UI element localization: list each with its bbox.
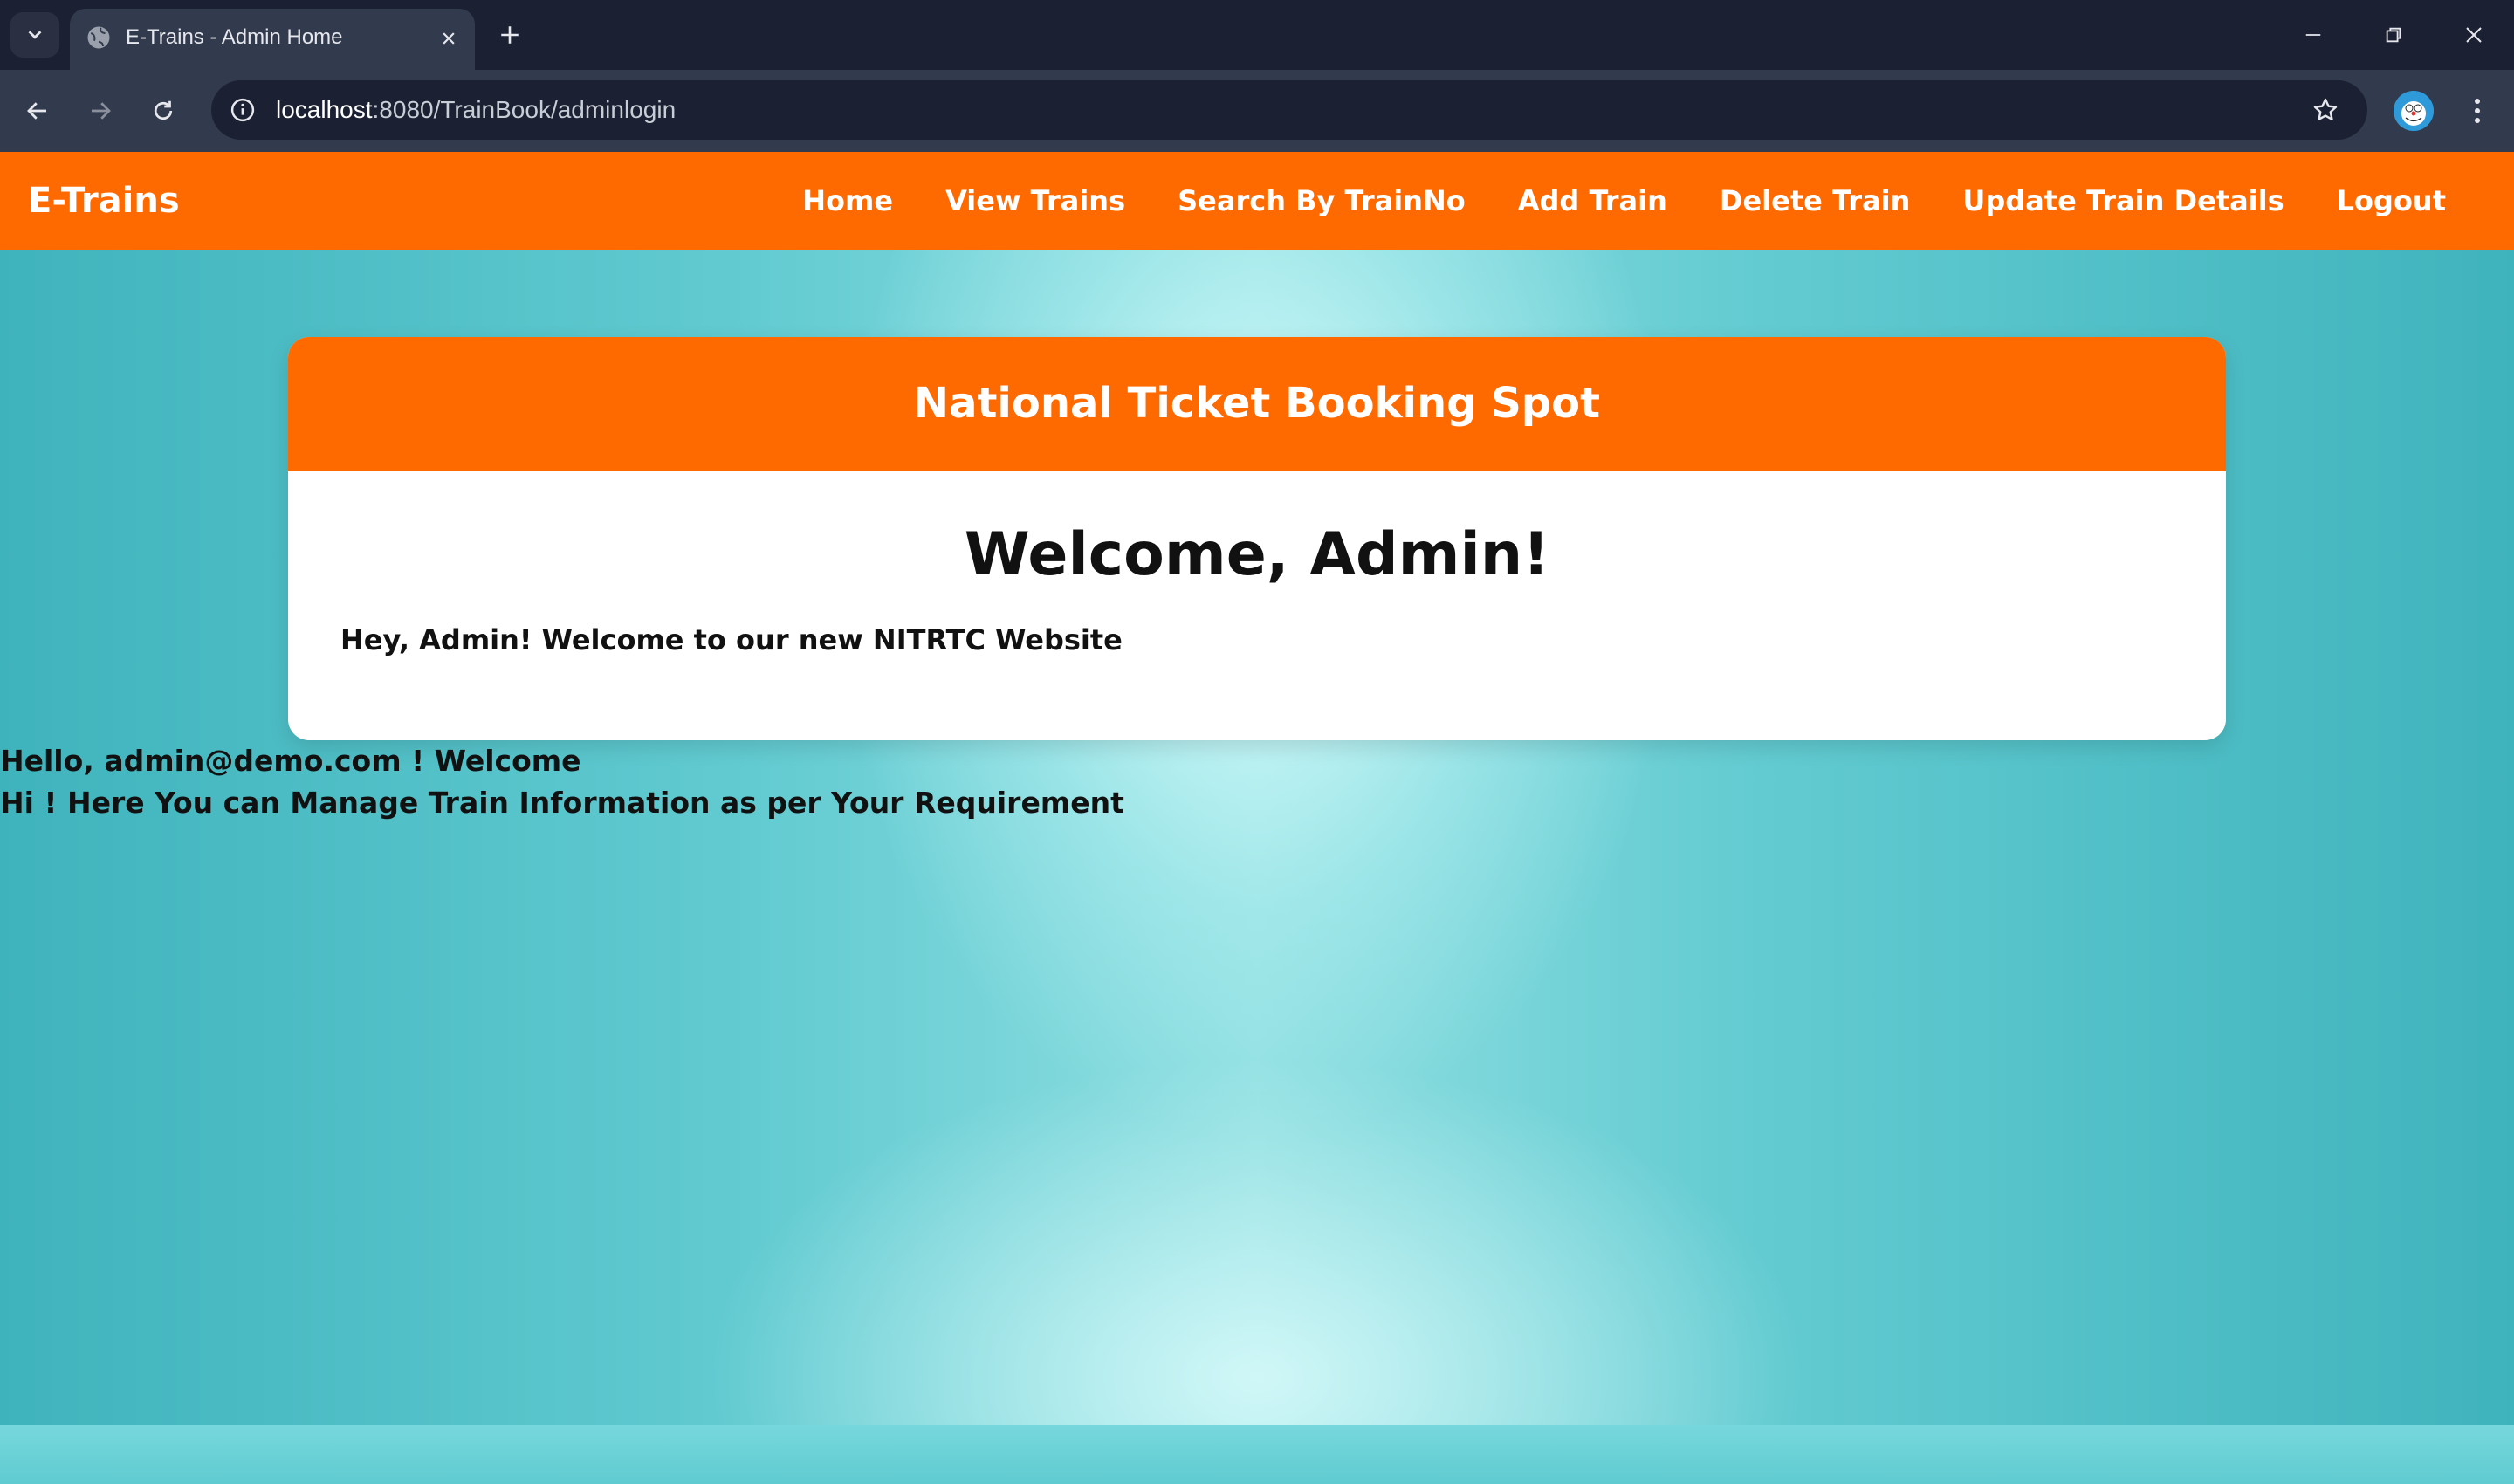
tab-title: E-Trains - Admin Home (126, 25, 343, 49)
nav-logout[interactable]: Logout (2311, 152, 2472, 250)
globe-icon (87, 26, 110, 49)
close-icon (2466, 27, 2482, 43)
plus-icon (501, 26, 519, 44)
tab-search-button[interactable] (10, 12, 59, 58)
close-icon (443, 32, 455, 45)
site-info-icon (230, 98, 255, 122)
site-info-button[interactable] (223, 91, 262, 129)
browser-toolbar: localhost:8080/TrainBook/adminlogin (0, 70, 2514, 152)
back-icon (27, 102, 46, 120)
minimize-button[interactable] (2296, 17, 2331, 52)
hello-message: Hello, admin@demo.com ! Welcome (0, 744, 581, 778)
avatar-image (2394, 91, 2434, 131)
url-path: :8080/TrainBook/adminlogin (372, 96, 677, 123)
url-host: localhost (276, 96, 373, 123)
nav-add-train[interactable]: Add Train (1492, 152, 1693, 250)
kebab-menu-icon (2475, 99, 2480, 123)
card-text: Hey, Admin! Welcome to our new NITRTC We… (340, 623, 1123, 656)
nav-links: Home View Trains Search By TrainNo Add T… (776, 152, 2472, 250)
browser-tab-active[interactable]: E-Trains - Admin Home (70, 9, 475, 70)
url-text: localhost:8080/TrainBook/adminlogin (276, 80, 676, 140)
brand-logo[interactable]: E-Trains (28, 152, 180, 250)
window-close-button[interactable] (2456, 17, 2491, 52)
welcome-card: National Ticket Booking Spot Welcome, Ad… (288, 337, 2226, 740)
reload-icon (154, 100, 173, 120)
browser-menu-button[interactable] (2460, 91, 2495, 131)
forward-icon (92, 102, 111, 120)
nav-home[interactable]: Home (776, 152, 919, 250)
restore-icon (2386, 27, 2401, 43)
restore-button[interactable] (2376, 17, 2411, 52)
site-navbar: E-Trains Home View Trains Search By Trai… (0, 152, 2514, 250)
browser-tab-strip: E-Trains - Admin Home (0, 0, 2514, 70)
nav-update-train-details[interactable]: Update Train Details (1936, 152, 2310, 250)
star-icon (2313, 98, 2338, 120)
profile-avatar[interactable] (2394, 91, 2434, 131)
nav-view-trains[interactable]: View Trains (919, 152, 1151, 250)
address-bar[interactable]: localhost:8080/TrainBook/adminlogin (211, 80, 2367, 140)
reload-button[interactable] (143, 91, 183, 131)
card-title: Welcome, Admin! (964, 520, 1550, 589)
minimize-icon (2305, 34, 2321, 36)
new-tab-button[interactable] (494, 19, 525, 51)
bookmark-button[interactable] (2308, 93, 2343, 127)
nav-delete-train[interactable]: Delete Train (1693, 152, 1937, 250)
forward-button[interactable] (80, 91, 120, 131)
background-floor (0, 1425, 2514, 1484)
back-button[interactable] (17, 91, 58, 131)
tab-close-button[interactable] (435, 24, 463, 52)
nav-search-by-trainno[interactable]: Search By TrainNo (1151, 152, 1492, 250)
card-header: National Ticket Booking Spot (288, 337, 2226, 471)
page-viewport: E-Trains Home View Trains Search By Trai… (0, 152, 2514, 1484)
chevron-down-icon (28, 31, 42, 39)
manage-hint-message: Hi ! Here You can Manage Train Informati… (0, 786, 1124, 820)
